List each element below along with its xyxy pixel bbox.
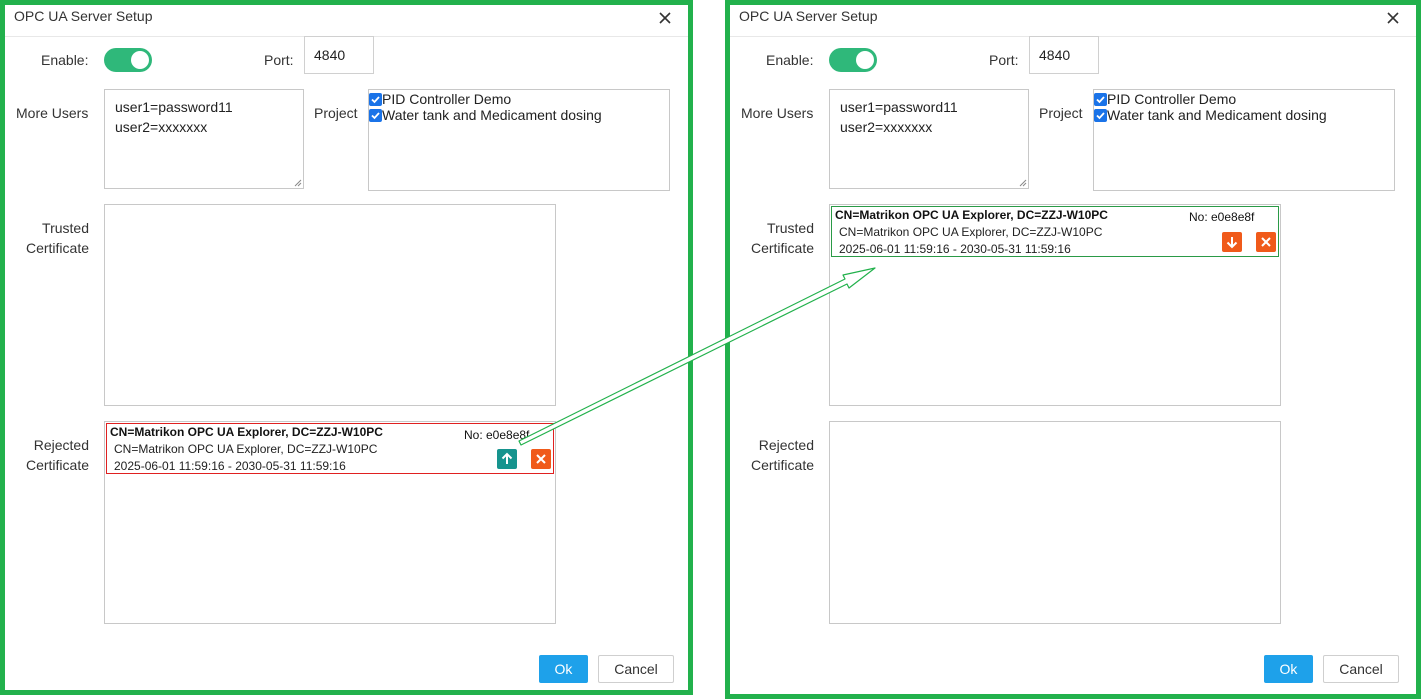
project-name: Water tank and Medicament dosing bbox=[382, 107, 602, 123]
rejected-certificate-list: CN=Matrikon OPC UA Explorer, DC=ZZJ-W10P… bbox=[104, 421, 556, 624]
toggle-knob bbox=[856, 51, 874, 69]
ok-button[interactable]: Ok bbox=[539, 655, 588, 683]
close-icon[interactable] bbox=[1384, 5, 1404, 29]
certificate-validity: 2025-06-01 11:59:16 - 2030-05-31 11:59:1… bbox=[839, 242, 1071, 256]
close-icon bbox=[1261, 237, 1271, 247]
trust-certificate-button[interactable] bbox=[497, 449, 517, 469]
enable-toggle[interactable] bbox=[104, 48, 152, 72]
trusted-certificate-label: Trusted Certificate bbox=[750, 218, 814, 258]
delete-certificate-button[interactable] bbox=[531, 449, 551, 469]
dialog-titlebar: OPC UA Server Setup bbox=[5, 5, 688, 37]
delete-certificate-button[interactable] bbox=[1256, 232, 1276, 252]
label-line: Rejected bbox=[758, 437, 814, 453]
project-list: PID Controller Demo Water tank and Medic… bbox=[368, 89, 670, 191]
cancel-button[interactable]: Cancel bbox=[1323, 655, 1399, 683]
port-label: Port: bbox=[989, 52, 1019, 68]
checkbox-checked-icon[interactable] bbox=[369, 92, 382, 106]
rejected-certificate-label: Rejected Certificate bbox=[750, 435, 814, 475]
project-name: PID Controller Demo bbox=[1107, 91, 1237, 107]
certificate-serial: No: e0e8e8f bbox=[464, 428, 530, 442]
user-entry: user1=password11 bbox=[840, 99, 958, 115]
label-line: Certificate bbox=[25, 457, 89, 473]
resize-grip-icon[interactable] bbox=[293, 178, 302, 187]
project-label: Project bbox=[1039, 105, 1083, 121]
users-textarea[interactable]: user1=password11 user2=xxxxxxx bbox=[829, 89, 1029, 189]
rejected-certificate-label: Rejected Certificate bbox=[25, 435, 89, 475]
project-item[interactable]: Water tank and Medicament dosing bbox=[369, 107, 669, 123]
label-line: Trusted bbox=[767, 220, 814, 236]
more-users-label: More Users bbox=[741, 105, 814, 121]
project-list: PID Controller Demo Water tank and Medic… bbox=[1093, 89, 1395, 191]
enable-toggle[interactable] bbox=[829, 48, 877, 72]
rejected-certificate-list bbox=[829, 421, 1281, 624]
reject-certificate-button[interactable] bbox=[1222, 232, 1242, 252]
trusted-certificate-label: Trusted Certificate bbox=[25, 218, 89, 258]
more-users-label: More Users bbox=[16, 105, 89, 121]
trusted-certificate-list: CN=Matrikon OPC UA Explorer, DC=ZZJ-W10P… bbox=[829, 204, 1281, 406]
checkbox-checked-icon[interactable] bbox=[1094, 92, 1107, 106]
close-icon[interactable] bbox=[656, 5, 676, 29]
port-input[interactable]: 4840 bbox=[304, 36, 374, 74]
project-item[interactable]: Water tank and Medicament dosing bbox=[1094, 107, 1394, 123]
project-label: Project bbox=[314, 105, 358, 121]
checkbox-checked-icon[interactable] bbox=[1094, 108, 1107, 122]
user-entry: user2=xxxxxxx bbox=[840, 119, 933, 135]
dialog-titlebar: OPC UA Server Setup bbox=[730, 5, 1416, 37]
resize-grip-icon[interactable] bbox=[1018, 178, 1027, 187]
enable-label: Enable: bbox=[766, 52, 814, 68]
project-name: Water tank and Medicament dosing bbox=[1107, 107, 1327, 123]
trusted-certificate-list bbox=[104, 204, 556, 406]
certificate-validity: 2025-06-01 11:59:16 - 2030-05-31 11:59:1… bbox=[114, 459, 346, 473]
certificate-serial: No: e0e8e8f bbox=[1189, 210, 1255, 224]
label-line: Rejected bbox=[33, 437, 89, 453]
dialog-title: OPC UA Server Setup bbox=[739, 8, 878, 24]
label-line: Trusted bbox=[42, 220, 89, 236]
opc-ua-setup-dialog-before: OPC UA Server Setup Enable: Port: 4840 M… bbox=[0, 0, 693, 695]
dialog-title: OPC UA Server Setup bbox=[14, 8, 153, 24]
opc-ua-setup-dialog-after: OPC UA Server Setup Enable: Port: 4840 M… bbox=[725, 0, 1421, 699]
port-label: Port: bbox=[264, 52, 294, 68]
certificate-cn: CN=Matrikon OPC UA Explorer, DC=ZZJ-W10P… bbox=[110, 425, 383, 439]
certificate-subject: CN=Matrikon OPC UA Explorer, DC=ZZJ-W10P… bbox=[114, 442, 378, 456]
toggle-knob bbox=[131, 51, 149, 69]
label-line: Certificate bbox=[750, 240, 814, 256]
label-line: Certificate bbox=[25, 240, 89, 256]
certificate-subject: CN=Matrikon OPC UA Explorer, DC=ZZJ-W10P… bbox=[839, 225, 1103, 239]
port-input[interactable]: 4840 bbox=[1029, 36, 1099, 74]
project-item[interactable]: PID Controller Demo bbox=[1094, 91, 1394, 107]
close-icon bbox=[536, 454, 546, 464]
checkbox-checked-icon[interactable] bbox=[369, 108, 382, 122]
users-textarea[interactable]: user1=password11 user2=xxxxxxx bbox=[104, 89, 304, 189]
label-line: Certificate bbox=[750, 457, 814, 473]
rejected-certificate-card[interactable]: CN=Matrikon OPC UA Explorer, DC=ZZJ-W10P… bbox=[106, 423, 554, 474]
trusted-certificate-card[interactable]: CN=Matrikon OPC UA Explorer, DC=ZZJ-W10P… bbox=[831, 206, 1279, 257]
cancel-button[interactable]: Cancel bbox=[598, 655, 674, 683]
certificate-cn: CN=Matrikon OPC UA Explorer, DC=ZZJ-W10P… bbox=[835, 208, 1108, 222]
project-item[interactable]: PID Controller Demo bbox=[369, 91, 669, 107]
user-entry: user2=xxxxxxx bbox=[115, 119, 208, 135]
ok-button[interactable]: Ok bbox=[1264, 655, 1313, 683]
user-entry: user1=password11 bbox=[115, 99, 233, 115]
project-name: PID Controller Demo bbox=[382, 91, 512, 107]
arrow-up-icon bbox=[501, 452, 513, 464]
enable-label: Enable: bbox=[41, 52, 89, 68]
arrow-down-icon bbox=[1226, 237, 1238, 249]
